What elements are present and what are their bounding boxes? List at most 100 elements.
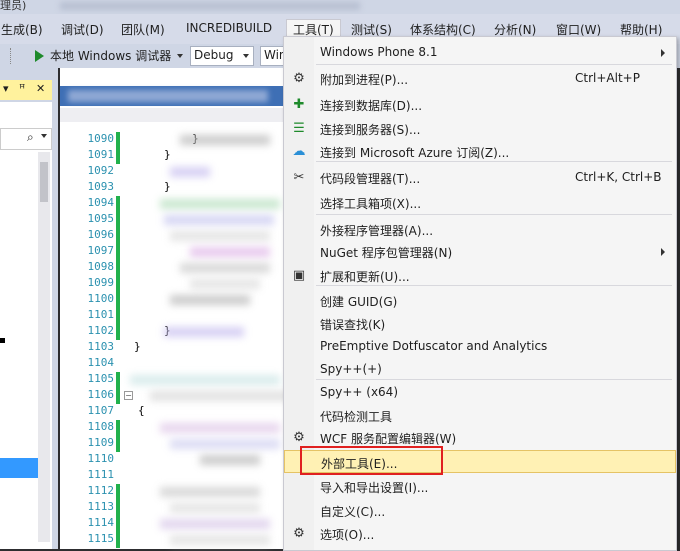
redacted-code	[170, 231, 270, 241]
chevron-down-icon[interactable]	[177, 54, 183, 58]
redacted-code	[160, 423, 280, 433]
menu-item[interactable]: 自定义(C)...	[284, 499, 676, 522]
attach-process-icon: ⚙	[293, 71, 305, 86]
extensions-icon: ▣	[292, 268, 306, 283]
menu-team[interactable]: 团队(M)	[121, 21, 165, 38]
redacted-code	[170, 167, 210, 177]
pin-icon[interactable]: ꟸ	[19, 82, 25, 95]
menu-item-label: 自定义(C)...	[320, 505, 386, 519]
line-number: 1099	[87, 276, 115, 289]
submenu-arrow-icon	[661, 248, 665, 256]
change-marker	[116, 532, 120, 548]
redacted-code	[164, 327, 244, 337]
menu-item[interactable]: Spy++ (x64)	[284, 381, 676, 404]
menu-item[interactable]: 外接程序管理器(A)...	[284, 218, 676, 241]
change-marker	[116, 212, 120, 228]
scroll-thumb[interactable]	[40, 162, 48, 202]
menu-item[interactable]: ☰ 连接到服务器(S)...	[284, 117, 676, 140]
menu-item-label: WCF 服务配置编辑器(W)	[320, 432, 457, 446]
line-number: 1115	[87, 532, 115, 545]
menu-item[interactable]: ✂ 代码段管理器(T)... Ctrl+K, Ctrl+B	[284, 166, 676, 189]
menu-item[interactable]: Spy++(+)	[284, 358, 676, 381]
menu-item[interactable]: ✚ 连接到数据库(D)...	[284, 93, 676, 116]
menu-item-label: 连接到 Microsoft Azure 订阅(Z)...	[320, 146, 510, 160]
menu-item[interactable]: ⚙ 选项(O)...	[284, 522, 676, 545]
redacted-code	[160, 199, 280, 209]
menu-item[interactable]: 导入和导出设置(I)...	[284, 475, 676, 498]
solution-config-select[interactable]: Debug	[190, 46, 254, 66]
menu-item[interactable]: ☁ 连接到 Microsoft Azure 订阅(Z)...	[284, 140, 676, 163]
menu-item[interactable]: Windows Phone 8.1	[284, 41, 676, 64]
highlight-annotation-box	[300, 446, 443, 475]
change-marker	[116, 484, 120, 500]
wcf-config-icon: ⚙	[293, 430, 305, 445]
redacted-code	[200, 455, 260, 465]
panel-header: ▾ ꟸ ✕	[0, 80, 52, 100]
menu-item-label: 错误查找(K)	[320, 318, 386, 332]
menu-item-label: PreEmptive Dotfuscator and Analytics	[320, 339, 548, 353]
start-debugger-button[interactable]: 本地 Windows 调试器	[50, 47, 171, 64]
code-brace: }	[164, 148, 171, 161]
left-dock-panel: ▾ ꟸ ✕ ⌕	[0, 68, 58, 549]
line-number: 1090	[87, 132, 115, 145]
line-number: 1112	[87, 484, 115, 497]
redacted-code	[180, 263, 270, 273]
code-editor[interactable]: 1090 1091 1092 1093 1094 1095 1096 1097 1098 1099…	[60, 68, 290, 549]
change-marker	[116, 324, 120, 340]
close-icon[interactable]: ✕	[36, 82, 45, 95]
redacted-code	[170, 295, 250, 305]
menu-separator	[316, 214, 672, 215]
code-brace: {	[138, 404, 145, 417]
submenu-arrow-icon	[661, 49, 665, 57]
menu-item[interactable]: ⚙ 附加到进程(P)... Ctrl+Alt+P	[284, 67, 676, 90]
menu-item-label: NuGet 程序包管理器(N)	[320, 246, 453, 260]
panel-scrollbar[interactable]	[38, 152, 50, 542]
line-number: 1101	[87, 308, 115, 321]
redacted-code	[170, 535, 270, 545]
menu-item-shortcut: Ctrl+K, Ctrl+B	[575, 170, 662, 184]
line-number: 1107	[87, 404, 115, 417]
collapse-toggle-icon[interactable]: −	[124, 391, 133, 400]
menu-item[interactable]: ▣ 扩展和更新(U)...	[284, 264, 676, 287]
solution-config-value: Debug	[194, 48, 234, 62]
menu-item[interactable]: 代码检测工具	[284, 404, 676, 427]
menu-item[interactable]: NuGet 程序包管理器(N)	[284, 240, 676, 263]
menu-item-label: 创建 GUID(G)	[320, 295, 398, 309]
line-number: 1092	[87, 164, 115, 177]
menu-item[interactable]: 创建 GUID(G)	[284, 289, 676, 312]
menu-debug[interactable]: 调试(D)	[61, 21, 104, 38]
line-number: 1103	[87, 340, 115, 353]
title-bar: 理员)	[0, 0, 680, 14]
menu-item[interactable]: 错误查找(K)	[284, 312, 676, 335]
chevron-down-icon[interactable]	[41, 134, 47, 138]
toolbar-grip[interactable]	[10, 48, 13, 64]
change-marker	[116, 276, 120, 292]
document-tab[interactable]	[60, 86, 286, 106]
redacted-code	[160, 487, 260, 497]
line-number: 1110	[87, 452, 115, 465]
line-number: 1093	[87, 180, 115, 193]
menu-incredibuild[interactable]: INCREDIBUILD	[186, 21, 272, 35]
play-icon[interactable]	[35, 50, 44, 62]
menu-item-label: Spy++ (x64)	[320, 385, 398, 399]
azure-cloud-icon: ☁	[292, 144, 306, 159]
selected-tree-item[interactable]	[0, 458, 38, 478]
menu-item[interactable]: 选择工具箱项(X)...	[284, 191, 676, 214]
menu-item-shortcut: Ctrl+Alt+P	[575, 71, 640, 85]
code-brace: }	[164, 180, 171, 193]
menu-item[interactable]: PreEmptive Dotfuscator and Analytics	[284, 335, 676, 358]
menu-item-label: 选择工具箱项(X)...	[320, 197, 422, 211]
panel-search-input[interactable]: ⌕	[0, 128, 52, 150]
menu-separator	[316, 64, 672, 65]
change-marker	[116, 260, 120, 276]
line-number: 1104	[87, 356, 115, 369]
change-marker	[116, 148, 120, 164]
menu-build[interactable]: 生成(B)	[1, 21, 43, 38]
line-number: 1096	[87, 228, 115, 241]
change-marker	[116, 196, 120, 212]
change-marker	[116, 228, 120, 244]
title-blur	[60, 2, 360, 10]
search-icon[interactable]: ⌕	[27, 130, 34, 145]
dropdown-icon[interactable]: ▾	[3, 82, 9, 95]
change-marker	[116, 500, 120, 516]
